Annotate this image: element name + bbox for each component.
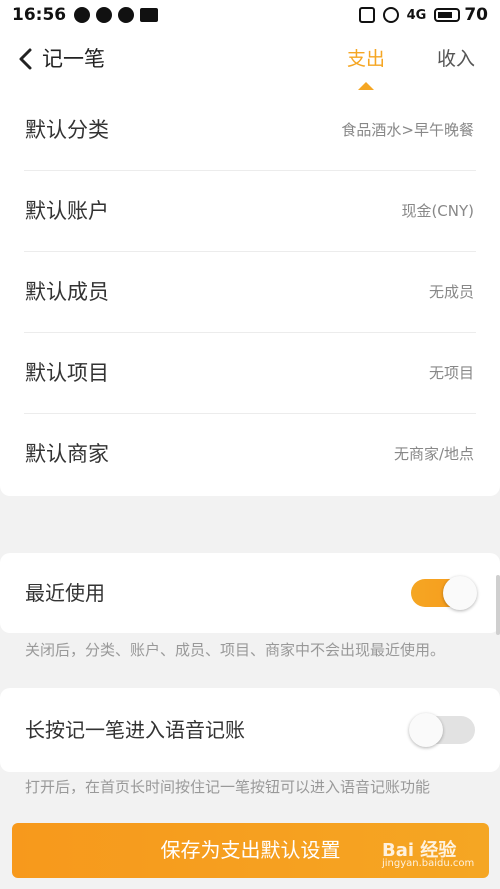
setting-label: 默认成员 [25, 280, 109, 304]
toggle-knob [409, 713, 443, 747]
setting-value: 无项目 [428, 364, 474, 382]
setting-label: 默认分类 [25, 118, 109, 142]
voice-entry-card: 长按记一笔进入语音记账 [0, 688, 500, 772]
alarm-icon [382, 7, 399, 23]
watermark-url: jingyan.baidu.com [382, 858, 475, 869]
setting-row-category[interactable]: 默认分类 食品酒水>早午晚餐 [24, 90, 476, 171]
setting-label: 默认项目 [25, 361, 109, 385]
shield-notification-icon [96, 7, 113, 23]
setting-value: 无成员 [428, 283, 474, 301]
page-title: 记一笔 [42, 47, 105, 71]
recent-use-toggle[interactable] [411, 576, 477, 610]
battery-icon [434, 8, 461, 22]
status-time: 16:56 [12, 5, 67, 25]
setting-row-account[interactable]: 默认账户 现金(CNY) [24, 171, 476, 252]
toggle-knob [443, 576, 477, 610]
setting-label: 默认账户 [25, 199, 109, 223]
setting-label: 默认商家 [25, 442, 109, 466]
tab-income[interactable]: 收入 [437, 44, 475, 74]
chevron-left-icon [19, 48, 32, 70]
setting-value: 现金(CNY) [401, 202, 474, 220]
baidu-watermark: Bai 经验 jingyan.baidu.com [382, 836, 474, 869]
setting-row-merchant[interactable]: 默认商家 无商家/地点 [24, 414, 476, 495]
scrollbar[interactable] [496, 575, 500, 635]
chat-notification-icon [74, 7, 91, 23]
battery-level: 70 [464, 5, 488, 25]
voice-entry-hint: 打开后，在首页长时间按住记一笔按钮可以进入语音记账功能 [25, 778, 431, 796]
recent-use-hint: 关闭后，分类、账户、成员、项目、商家中不会出现最近使用。 [25, 641, 446, 659]
vibrate-icon [358, 7, 375, 23]
setting-row-project[interactable]: 默认项目 无项目 [24, 333, 476, 414]
setting-value: 食品酒水>早午晚餐 [341, 121, 474, 139]
active-tab-indicator [358, 82, 374, 90]
download-notification-icon [118, 7, 135, 23]
back-button[interactable] [12, 44, 42, 74]
voice-entry-toggle[interactable] [409, 713, 475, 747]
tab-expense[interactable]: 支出 [347, 44, 385, 74]
recent-use-card: 最近使用 [0, 553, 500, 633]
news-notification-icon [140, 8, 159, 22]
voice-entry-label: 长按记一笔进入语音记账 [25, 718, 245, 742]
status-bar: 16:56 4G 70 [0, 0, 500, 30]
default-settings-card: 默认分类 食品酒水>早午晚餐 默认账户 现金(CNY) 默认成员 无成员 默认项… [0, 90, 500, 496]
recent-use-label: 最近使用 [25, 581, 105, 605]
signal-icon: 4G [406, 7, 427, 23]
setting-value: 无商家/地点 [393, 445, 474, 463]
nav-bar: 记一笔 支出 收入 [0, 30, 500, 90]
setting-row-member[interactable]: 默认成员 无成员 [24, 252, 476, 333]
